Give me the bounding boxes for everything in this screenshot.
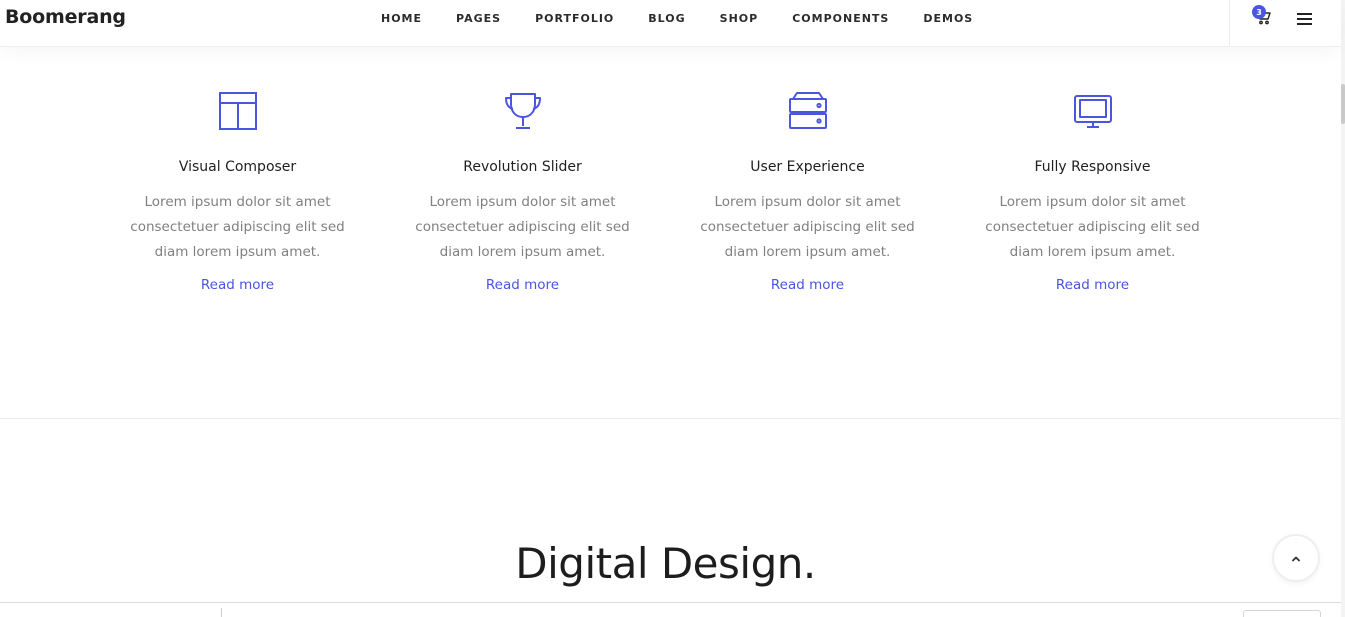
feature-text: Lorem ipsum dolor sit amet consectetuer … (130, 194, 345, 260)
feature-text: Lorem ipsum dolor sit amet consectetuer … (985, 194, 1200, 260)
scrollbar-thumb[interactable] (1341, 84, 1345, 124)
feature-text: Lorem ipsum dolor sit amet consectetuer … (415, 194, 630, 260)
header-divider (1229, 0, 1230, 47)
section-divider (0, 418, 1341, 419)
monitor-icon (1074, 95, 1112, 128)
nav-home[interactable]: HOME (364, 12, 439, 26)
bottom-toolbar-separator (221, 608, 222, 617)
nav-demos[interactable]: DEMOS (906, 12, 990, 26)
trophy-icon (505, 93, 541, 129)
main-nav: HOME PAGES PORTFOLIO BLOG SHOP COMPONENT… (364, 12, 990, 26)
brand-logo[interactable]: Boomerang (5, 6, 126, 28)
cart-button[interactable]: 3 (1252, 5, 1276, 27)
feature-title: Visual Composer (178, 159, 297, 175)
nav-portfolio[interactable]: PORTFOLIO (518, 12, 631, 26)
menu-button[interactable] (1297, 11, 1313, 25)
feature-title: User Experience (750, 159, 865, 175)
read-more-link[interactable]: Read more (665, 277, 950, 293)
nav-pages[interactable]: PAGES (439, 12, 518, 26)
hamburger-icon (1297, 13, 1312, 25)
features-section: Visual Composer Lorem ipsum dolor sit am… (95, 88, 1235, 308)
feature-text: Lorem ipsum dolor sit amet consectetuer … (700, 194, 915, 260)
read-more-link[interactable]: Read more (95, 277, 380, 293)
feature-title: Revolution Slider (463, 159, 582, 175)
read-more-link[interactable]: Read more (950, 277, 1235, 293)
bottom-toolbar-button[interactable] (1243, 610, 1321, 617)
feature-title: Fully Responsive (1034, 159, 1151, 175)
section-title: Digital Design. (515, 539, 816, 588)
nav-blog[interactable]: BLOG (631, 12, 702, 26)
bottom-toolbar (0, 602, 1341, 617)
cart-count-badge: 3 (1252, 5, 1266, 19)
chevron-up-icon (1292, 556, 1300, 561)
scroll-to-top-button[interactable] (1272, 534, 1320, 582)
read-more-link[interactable]: Read more (380, 277, 665, 293)
server-icon (789, 92, 827, 129)
layout-icon (219, 92, 257, 130)
site-header: Boomerang HOME PAGES PORTFOLIO BLOG SHOP… (0, 0, 1341, 47)
nav-shop[interactable]: SHOP (703, 12, 776, 26)
nav-components[interactable]: COMPONENTS (775, 12, 906, 26)
